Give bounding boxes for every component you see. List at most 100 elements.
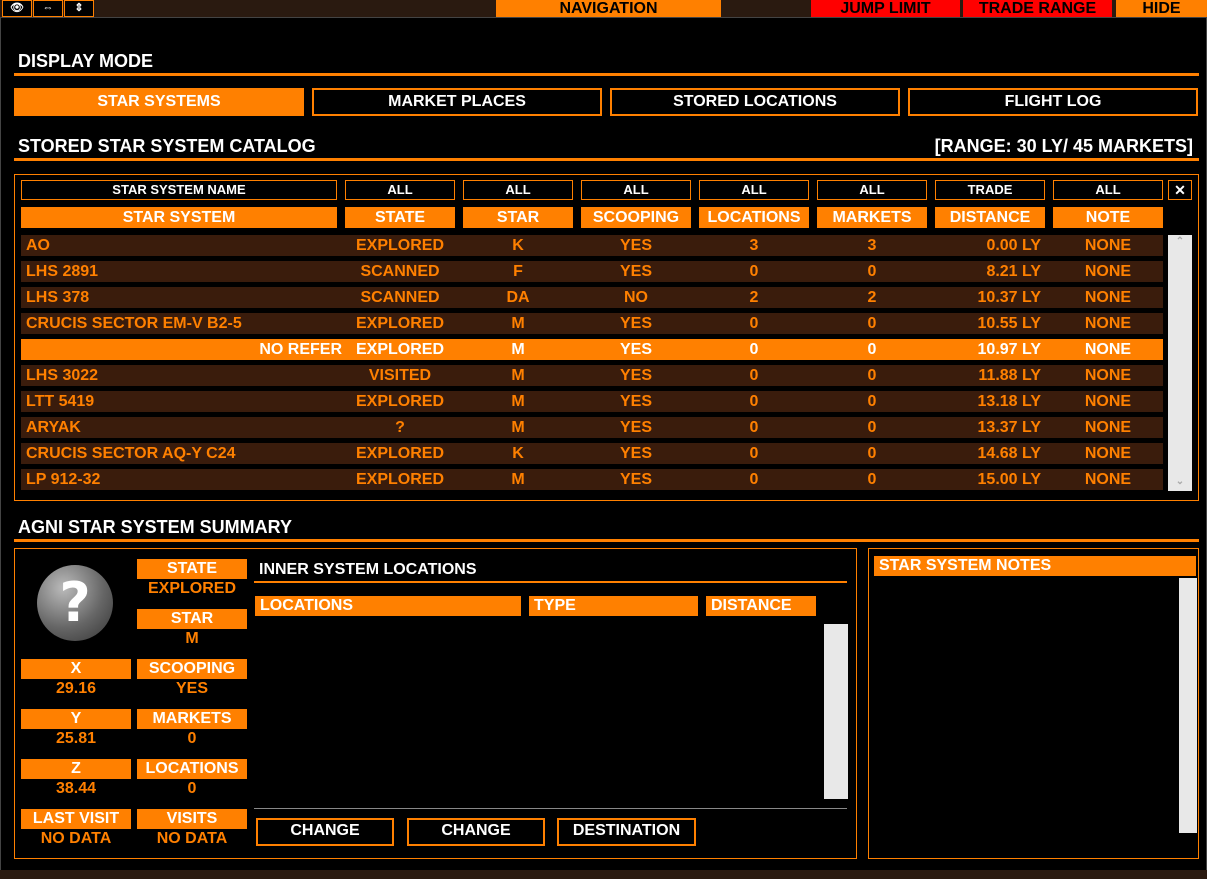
trade-range-button[interactable]: TRADE RANGE [963, 0, 1112, 17]
cell-name: LP 912-32 [26, 471, 101, 488]
table-row[interactable]: LHS 2891 SCANNED F YES 0 0 8.21 LY NONE [21, 261, 1163, 282]
table-row[interactable]: ARYAK? M YES 0 0 13.37 LY NONE [21, 417, 1163, 438]
destination-button[interactable]: DESTINATION [557, 818, 696, 846]
cell-distance: 10.55 LY [977, 315, 1041, 332]
cell-name: LTT 5419 [26, 393, 95, 410]
cell-scooping: YES [619, 263, 652, 280]
cell-locations: 0 [749, 367, 759, 384]
col-scooping[interactable]: SCOOPING [581, 207, 691, 228]
z-label: Z [21, 759, 131, 779]
table-row[interactable]: LHS 378 SCANNED DA NO 2 2 10.37 LY NONE [21, 287, 1163, 308]
hide-button[interactable]: HIDE [1116, 0, 1207, 17]
catalog-scrollbar[interactable] [1168, 235, 1192, 491]
table-row[interactable]: AO EXPLORED K YES 3 3 0.00 LY NONE [21, 235, 1163, 256]
col-inner-locations[interactable]: LOCATIONS [255, 596, 521, 616]
eye-icon[interactable]: 👁 [2, 0, 32, 17]
cell-star: M [511, 341, 525, 358]
cell-distance: 15.00 LY [977, 471, 1041, 488]
navigation-button[interactable]: NAVIGATION [496, 0, 721, 17]
inner-system-title: INNER SYSTEM LOCATIONS [259, 561, 477, 578]
filter-markets[interactable]: ALL [817, 180, 927, 200]
cell-name: CRUCIS SECTOR EM-V B2-5 [26, 315, 242, 332]
table-row[interactable]: CRUCIS SECTOR EM-V B2-5 EXPLORED M YES 0 0 10.… [21, 313, 1163, 334]
scooping-label: SCOOPING [137, 659, 247, 679]
tab-star-systems[interactable]: STAR SYSTEMS [14, 88, 304, 116]
table-row[interactable]: LHS 3022 VISITED M YES 0 0 11.88 LY NONE [21, 365, 1163, 386]
filter-locations[interactable]: ALL [699, 180, 809, 200]
cell-state: VISITED [368, 367, 432, 384]
cell-scooping: NO [624, 289, 648, 306]
inner-scrollbar[interactable] [824, 624, 848, 799]
cell-scooping: YES [619, 341, 652, 358]
y-value: 25.81 [55, 730, 97, 747]
col-markets[interactable]: MARKETS [817, 207, 927, 228]
table-row[interactable]: LTT 5419 EXPLORED M YES 0 0 13.18 LY NONE [21, 391, 1163, 412]
filter-scooping[interactable]: ALL [581, 180, 691, 200]
cell-markets: 2 [867, 289, 877, 306]
scroll-up-icon[interactable]: ⌃ [1168, 236, 1192, 250]
col-locations[interactable]: LOCATIONS [699, 207, 809, 228]
cell-note: NONE [1084, 393, 1132, 410]
x-label: X [21, 659, 131, 679]
cell-note: NONE [1084, 237, 1132, 254]
unknown-star-icon: ? [37, 565, 113, 641]
filter-note[interactable]: ALL [1053, 180, 1163, 200]
filter-state[interactable]: ALL [345, 180, 455, 200]
notes-scrollbar[interactable] [1179, 578, 1197, 833]
cell-scooping: YES [619, 237, 652, 254]
cell-note: NONE [1084, 263, 1132, 280]
catalog-range: [RANGE: 30 LY/ 45 MARKETS] [934, 136, 1193, 156]
tab-flight-log[interactable]: FLIGHT LOG [908, 88, 1198, 116]
cell-locations: 3 [749, 237, 759, 254]
cell-markets: 0 [867, 471, 877, 488]
cell-locations: 0 [749, 263, 759, 280]
col-state[interactable]: STATE [345, 207, 455, 228]
cell-star: M [511, 315, 525, 332]
cell-note: NONE [1084, 445, 1132, 462]
inner-bottom-divider [254, 808, 847, 809]
col-inner-type[interactable]: TYPE [529, 596, 698, 616]
cell-markets: 0 [867, 341, 877, 358]
cell-locations: 0 [749, 445, 759, 462]
cell-state: EXPLORED [355, 471, 444, 488]
cell-state: EXPLORED [355, 341, 444, 358]
col-distance[interactable]: DISTANCE [935, 207, 1045, 228]
cell-distance: 0.00 LY [986, 237, 1041, 254]
vertical-arrows-icon[interactable]: ⇕ [64, 0, 94, 17]
tab-market-places[interactable]: MARKET PLACES [312, 88, 602, 116]
table-row[interactable]: NO REFER EXPLORED M YES 0 0 10.97 LY NONE [21, 339, 1163, 360]
x-value: 29.16 [55, 680, 97, 697]
cell-locations: 0 [749, 393, 759, 410]
cell-scooping: YES [619, 393, 652, 410]
cell-star: K [512, 237, 524, 254]
scooping-value: YES [175, 680, 208, 697]
col-inner-distance[interactable]: DISTANCE [706, 596, 816, 616]
col-star[interactable]: STAR [463, 207, 573, 228]
filter-star[interactable]: ALL [463, 180, 573, 200]
cell-star: M [511, 471, 525, 488]
change-button-1[interactable]: CHANGE [256, 818, 394, 846]
scroll-down-icon[interactable]: ⌄ [1168, 476, 1192, 490]
col-star-system[interactable]: STAR SYSTEM [21, 207, 337, 228]
cell-state: SCANNED [360, 263, 440, 280]
cell-markets: 0 [867, 367, 877, 384]
table-row[interactable]: CRUCIS SECTOR AQ-Y C24 EXPLORED K YES 0 0 14.6… [21, 443, 1163, 464]
table-row[interactable]: LP 912-32 EXPLORED M YES 0 0 15.00 LY NONE [21, 469, 1163, 490]
cell-name: LHS 378 [26, 289, 90, 306]
cell-star: K [512, 445, 524, 462]
markets-value: 0 [187, 730, 197, 747]
cell-state: EXPLORED [355, 315, 444, 332]
horizontal-arrows-icon[interactable]: ⇔ [33, 0, 63, 17]
jump-limit-button[interactable]: JUMP LIMIT [811, 0, 960, 17]
star-label: STAR [137, 609, 247, 629]
cell-note: NONE [1084, 419, 1132, 436]
change-button-2[interactable]: CHANGE [407, 818, 545, 846]
cell-scooping: YES [619, 367, 652, 384]
filter-distance[interactable]: TRADE [935, 180, 1045, 200]
col-note[interactable]: NOTE [1053, 207, 1163, 228]
notes-title: STAR SYSTEM NOTES [874, 556, 1196, 576]
filter-star-system-name[interactable]: STAR SYSTEM NAME [21, 180, 337, 200]
tab-stored-locations[interactable]: STORED LOCATIONS [610, 88, 900, 116]
cell-distance: 14.68 LY [977, 445, 1041, 462]
clear-filters-icon[interactable]: ✕ [1168, 180, 1192, 200]
